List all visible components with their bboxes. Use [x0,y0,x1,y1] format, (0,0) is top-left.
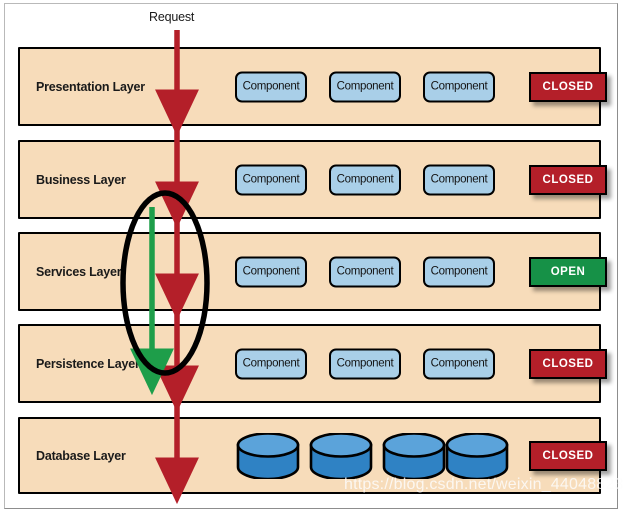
layer-title: Services Layer [36,264,122,279]
layer-title: Presentation Layer [36,79,145,94]
database-cylinder-icon[interactable] [444,431,510,480]
layer-presentation[interactable]: Presentation Layer Component Component C… [18,47,607,126]
status-badge[interactable]: CLOSED [529,71,607,102]
watermark-text: https://blog.csdn.net/weixin_44048823 [344,476,624,493]
database-cylinder-icon[interactable] [235,431,301,480]
layer-business[interactable]: Business Layer Component Component Compo… [18,140,607,219]
layer-title: Persistence Layer [36,356,140,371]
component-box[interactable]: Component [329,71,401,102]
layer-title: Database Layer [36,448,126,463]
status-badge[interactable]: CLOSED [529,348,607,379]
status-badge[interactable]: CLOSED [529,164,607,195]
component-box[interactable]: Component [329,348,401,379]
component-box[interactable]: Component [235,256,307,287]
database-cylinder-icon[interactable] [381,431,447,480]
database-cylinder-icon[interactable] [308,431,374,480]
component-box[interactable]: Component [235,348,307,379]
component-box[interactable]: Component [423,348,495,379]
request-label: Request [149,10,195,24]
status-badge[interactable]: CLOSED [529,440,607,471]
component-box[interactable]: Component [329,256,401,287]
component-box[interactable]: Component [329,164,401,195]
layered-architecture-diagram: Request Presentation Layer Component Com… [0,0,625,514]
layer-persistence[interactable]: Persistence Layer Component Component Co… [18,324,607,403]
layer-title: Business Layer [36,172,126,187]
layer-services[interactable]: Services Layer Component Component Compo… [18,232,607,311]
component-box[interactable]: Component [423,71,495,102]
component-box[interactable]: Component [423,256,495,287]
status-badge[interactable]: OPEN [529,256,607,287]
component-box[interactable]: Component [235,164,307,195]
component-box[interactable]: Component [235,71,307,102]
component-box[interactable]: Component [423,164,495,195]
